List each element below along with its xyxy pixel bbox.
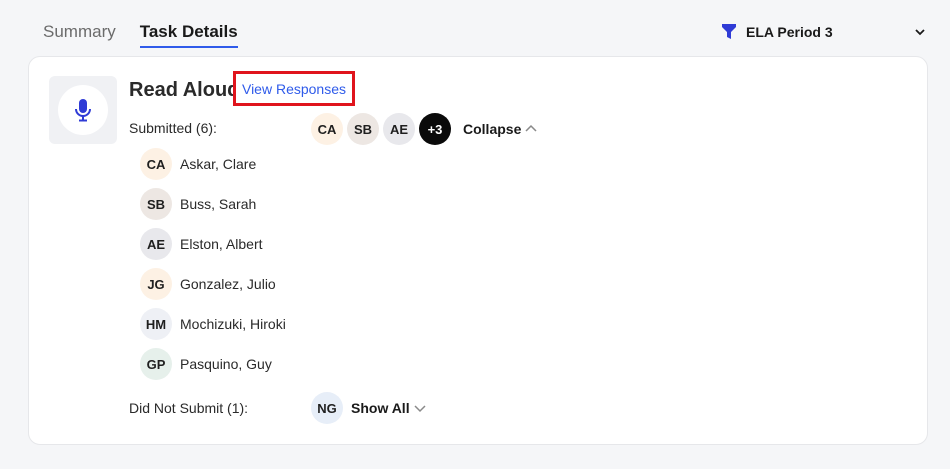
more-count-badge[interactable]: +3 — [419, 113, 451, 145]
avatar: SB — [347, 113, 379, 145]
did-not-submit-label: Did Not Submit (1): — [129, 400, 249, 416]
submitted-student-list: CA Askar, Clare SB Buss, Sarah AE Elston… — [140, 144, 286, 384]
list-item: AE Elston, Albert — [140, 224, 286, 264]
show-all-label: Show All — [351, 400, 410, 416]
avatar: HM — [140, 308, 172, 340]
filter-icon — [722, 24, 736, 39]
task-card: Read Aloud View Responses Submitted (6):… — [28, 56, 928, 445]
not-submitted-avatar-stack: NG Show All — [311, 392, 426, 424]
avatar: GP — [140, 348, 172, 380]
student-name: Buss, Sarah — [180, 196, 257, 212]
avatar: JG — [140, 268, 172, 300]
chevron-down-icon — [414, 405, 426, 413]
class-selector[interactable]: ELA Period 3 — [722, 24, 926, 40]
show-all-button[interactable]: Show All — [351, 400, 426, 416]
tab-bar: Summary Task Details — [43, 22, 238, 48]
list-item: HM Mochizuki, Hiroki — [140, 304, 286, 344]
student-name: Mochizuki, Hiroki — [180, 316, 286, 332]
task-title: Read Aloud — [129, 79, 237, 101]
avatar: NG — [311, 392, 343, 424]
avatar: SB — [140, 188, 172, 220]
tab-task-details[interactable]: Task Details — [139, 22, 238, 48]
view-responses-link[interactable]: View Responses — [233, 71, 355, 106]
task-icon-tile — [49, 76, 117, 144]
collapse-label: Collapse — [463, 121, 522, 137]
microphone-icon — [75, 99, 91, 122]
avatar: CA — [311, 113, 343, 145]
avatar: AE — [383, 113, 415, 145]
chevron-down-icon — [915, 29, 925, 36]
student-name: Askar, Clare — [180, 156, 257, 172]
submitted-label: Submitted (6): — [129, 120, 217, 136]
class-selector-label: ELA Period 3 — [746, 24, 833, 40]
tab-summary[interactable]: Summary — [43, 22, 116, 48]
list-item: GP Pasquino, Guy — [140, 344, 286, 384]
student-name: Gonzalez, Julio — [180, 276, 276, 292]
chevron-up-icon — [525, 124, 537, 132]
student-name: Elston, Albert — [180, 236, 263, 252]
avatar: CA — [140, 148, 172, 180]
student-name: Pasquino, Guy — [180, 356, 272, 372]
avatar: AE — [140, 228, 172, 260]
collapse-button[interactable]: Collapse — [463, 121, 537, 137]
list-item: CA Askar, Clare — [140, 144, 286, 184]
list-item: SB Buss, Sarah — [140, 184, 286, 224]
submitted-avatar-stack: CA SB AE +3 Collapse — [311, 113, 537, 145]
list-item: JG Gonzalez, Julio — [140, 264, 286, 304]
